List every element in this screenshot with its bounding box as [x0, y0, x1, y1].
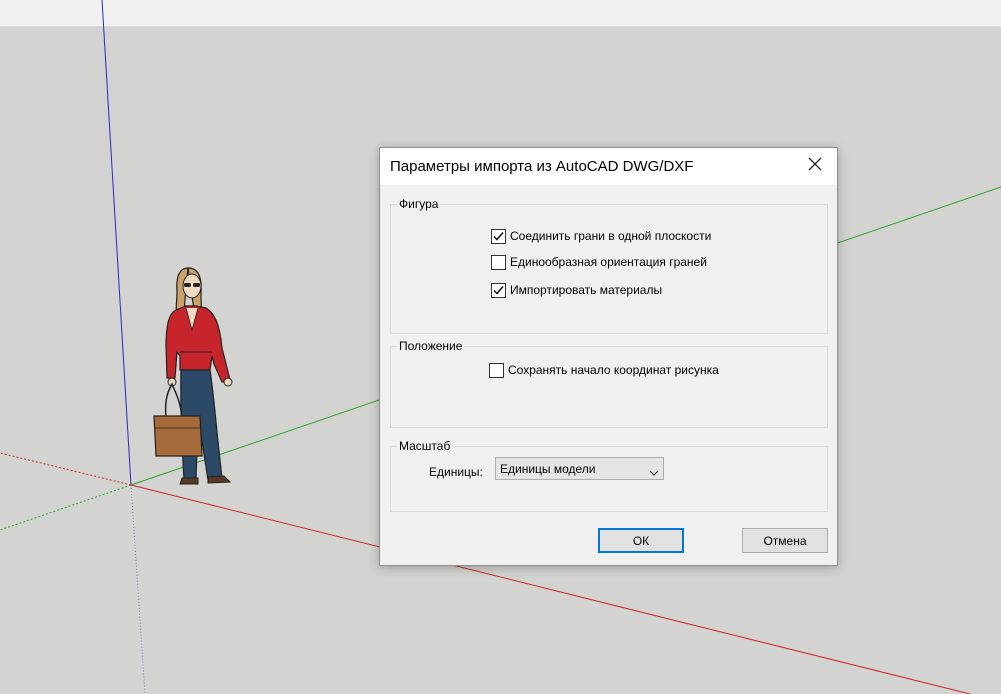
import-materials-checkbox[interactable] [491, 282, 506, 298]
close-icon [808, 157, 822, 176]
ok-button[interactable]: ОК [598, 528, 684, 553]
figure-group: Фигура Соединить грани в одной плоскости… [390, 197, 828, 334]
merge-coplanar-faces-label: Соединить грани в одной плоскости [510, 229, 712, 243]
scale-group-label: Масштаб [397, 439, 453, 454]
merge-coplanar-faces-checkbox[interactable] [491, 228, 506, 244]
dialog-title: Параметры импорта из AutoCAD DWG/DXF [390, 158, 694, 175]
orient-faces-option[interactable]: Единообразная ориентация граней [491, 253, 707, 271]
checkmark-icon [493, 285, 504, 295]
merge-coplanar-faces-option[interactable]: Соединить грани в одной плоскости [491, 227, 711, 245]
blue-axis-negative [130, 484, 146, 694]
chevron-down-icon [649, 464, 659, 482]
red-axis-negative [0, 452, 132, 486]
person-figure [150, 266, 236, 488]
cancel-button[interactable]: Отмена [742, 528, 828, 553]
units-select-value: Единицы модели [500, 462, 596, 476]
blue-axis [101, 0, 132, 486]
preserve-origin-checkbox[interactable] [489, 362, 504, 378]
import-materials-option[interactable]: Импортировать материалы [491, 281, 662, 299]
position-group: Положение Сохранять начало координат рис… [390, 339, 828, 428]
orient-faces-checkbox[interactable] [491, 254, 506, 270]
figure-group-label: Фигура [397, 197, 441, 212]
orient-faces-label: Единообразная ориентация граней [510, 255, 707, 269]
preserve-origin-label: Сохранять начало координат рисунка [508, 363, 719, 377]
close-button[interactable] [793, 148, 837, 185]
preserve-origin-option[interactable]: Сохранять начало координат рисунка [489, 361, 719, 379]
dialog-titlebar[interactable]: Параметры импорта из AutoCAD DWG/DXF [380, 148, 837, 185]
units-select[interactable]: Единицы модели [495, 457, 664, 480]
import-options-dialog: Параметры импорта из AutoCAD DWG/DXF Фиг… [379, 147, 838, 566]
import-materials-label: Импортировать материалы [510, 283, 663, 297]
checkmark-icon [493, 231, 504, 241]
units-label: Единицы: [429, 465, 483, 479]
scale-group: Масштаб Единицы: Единицы модели [390, 439, 828, 512]
position-group-label: Положение [397, 339, 465, 354]
green-axis-negative [0, 484, 132, 531]
